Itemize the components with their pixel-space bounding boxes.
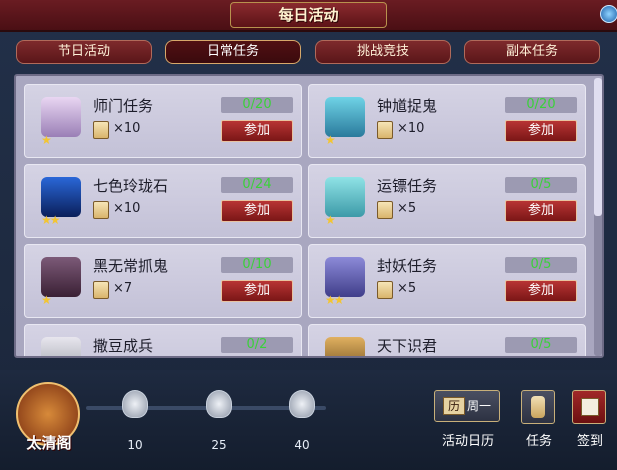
signin-button[interactable] xyxy=(572,390,606,424)
daily-activities-window: 每日活动 节日活动 日常任务 挑战竞技 副本任务 ★ 师门任务 0/20 ×10 参加 ★… xyxy=(0,0,617,470)
activity-name: 钟馗捉鬼 xyxy=(377,97,438,115)
activity-card: 撒豆成兵 0/2 xyxy=(24,324,302,356)
calendar-weekday: 周一 xyxy=(467,399,492,413)
star-rating-icon: ★★ xyxy=(41,213,60,227)
scroll-thumb[interactable] xyxy=(594,78,602,216)
join-button[interactable]: 参加 xyxy=(505,200,577,222)
activity-icon-box: ★★ xyxy=(321,255,367,307)
activity-card: ★ 黑无常抓鬼 0/10 ×7 参加 xyxy=(24,244,302,318)
activity-card: ★★ 封妖任务 0/5 ×5 参加 xyxy=(308,244,586,318)
title-bar: 每日活动 xyxy=(0,0,617,32)
reward-count: ×10 xyxy=(113,201,141,216)
activity-list-panel: ★ 师门任务 0/20 ×10 参加 ★ 钟馗捉鬼 0/20 ×10 参加 ★★ 七色玲珑石 0/24 ×… xyxy=(14,74,604,358)
activity-card: ★★ 七色玲珑石 0/24 ×10 参加 xyxy=(24,164,302,238)
activity-icon-box: ★ xyxy=(321,175,367,227)
reward-scroll-icon xyxy=(377,201,393,219)
activity-progress: 0/5 xyxy=(505,257,577,273)
reward-count: ×5 xyxy=(397,201,417,216)
tab-dungeon[interactable]: 副本任务 xyxy=(464,40,600,64)
task-scroll-icon xyxy=(531,396,545,418)
signin-label: 签到 xyxy=(576,434,603,449)
activity-progress: 0/20 xyxy=(221,97,293,113)
star-rating-icon: ★ xyxy=(325,133,336,147)
activity-name: 撒豆成兵 xyxy=(93,337,154,355)
bottom-bar: 太清阁 10 25 40 历 周一 活动日历 任务 签到 xyxy=(0,370,617,470)
calendar-button[interactable]: 历 周一 xyxy=(434,390,500,422)
bowl-icon xyxy=(325,337,365,356)
reward-count: ×10 xyxy=(113,121,141,136)
milestone-chest-icon[interactable] xyxy=(206,390,232,418)
escort-book-icon xyxy=(325,177,365,217)
join-button[interactable]: 参加 xyxy=(221,280,293,302)
task-label: 任务 xyxy=(525,434,552,449)
reward-count: ×7 xyxy=(113,281,133,296)
milestone-chest-icon[interactable] xyxy=(122,390,148,418)
star-rating-icon: ★ xyxy=(41,293,52,307)
star-rating-icon: ★ xyxy=(41,133,52,147)
activity-name: 运镖任务 xyxy=(377,177,438,195)
tab-festival[interactable]: 节日活动 xyxy=(16,40,152,64)
reward-scroll-icon xyxy=(93,281,109,299)
toucan-icon xyxy=(41,177,81,217)
reward-scroll-icon xyxy=(377,281,393,299)
bean-icon xyxy=(41,337,81,356)
activity-name: 黑无常抓鬼 xyxy=(93,257,169,275)
calendar-icon: 历 xyxy=(443,397,465,415)
join-button[interactable]: 参加 xyxy=(505,120,577,142)
reward-count: ×10 xyxy=(397,121,425,136)
activity-progress: 0/5 xyxy=(505,337,577,353)
tab-challenge[interactable]: 挑战竞技 xyxy=(315,40,451,64)
activity-progress: 0/20 xyxy=(505,97,577,113)
scrollbar[interactable] xyxy=(594,78,602,356)
activity-card: 天下识君 0/5 xyxy=(308,324,586,356)
join-button[interactable]: 参加 xyxy=(221,120,293,142)
reward-scroll-icon xyxy=(377,121,393,139)
signin-icon xyxy=(581,398,599,416)
demon-book-icon xyxy=(325,257,365,297)
activity-icon-box: ★ xyxy=(37,255,83,307)
star-rating-icon: ★ xyxy=(325,213,336,227)
reward-scroll-icon xyxy=(93,201,109,219)
activity-progress: 0/2 xyxy=(221,337,293,353)
join-button[interactable]: 参加 xyxy=(505,280,577,302)
milestone-label: 25 xyxy=(211,438,227,452)
activity-icon-box: ★ xyxy=(321,95,367,147)
calendar-label: 活动日历 xyxy=(441,434,494,449)
milestone-chest-icon[interactable] xyxy=(289,390,315,418)
star-rating-icon: ★★ xyxy=(325,293,344,307)
task-button[interactable] xyxy=(521,390,555,424)
taiqing-label: 太清阁 xyxy=(26,434,72,452)
milestone-label: 10 xyxy=(127,438,143,452)
activity-icon-box: ★ xyxy=(37,95,83,147)
window-title: 每日活动 xyxy=(230,2,387,28)
dark-scroll-icon xyxy=(41,257,81,297)
activity-card: ★ 师门任务 0/20 ×10 参加 xyxy=(24,84,302,158)
activity-progress: 0/10 xyxy=(221,257,293,273)
activity-name: 天下识君 xyxy=(377,337,438,355)
taiqing-pavilion-button[interactable]: 太清阁 xyxy=(14,380,84,458)
activity-progress: 0/5 xyxy=(505,177,577,193)
reward-scroll-icon xyxy=(93,121,109,139)
scroll-icon xyxy=(41,97,81,137)
tab-bar: 节日活动 日常任务 挑战竞技 副本任务 xyxy=(8,34,610,68)
activity-name: 封妖任务 xyxy=(377,257,438,275)
ghost-scroll-icon xyxy=(325,97,365,137)
tab-daily[interactable]: 日常任务 xyxy=(165,40,301,64)
close-icon[interactable] xyxy=(600,5,617,23)
activity-icon-box xyxy=(321,335,367,356)
join-button[interactable]: 参加 xyxy=(221,200,293,222)
reward-count: ×5 xyxy=(397,281,417,296)
activity-icon-box xyxy=(37,335,83,356)
milestone-label: 40 xyxy=(294,438,310,452)
activity-card: ★ 钟馗捉鬼 0/20 ×10 参加 xyxy=(308,84,586,158)
activity-name: 七色玲珑石 xyxy=(93,177,169,195)
activity-card: ★ 运镖任务 0/5 ×5 参加 xyxy=(308,164,586,238)
activity-name: 师门任务 xyxy=(93,97,154,115)
activity-progress: 0/24 xyxy=(221,177,293,193)
activity-icon-box: ★★ xyxy=(37,175,83,227)
